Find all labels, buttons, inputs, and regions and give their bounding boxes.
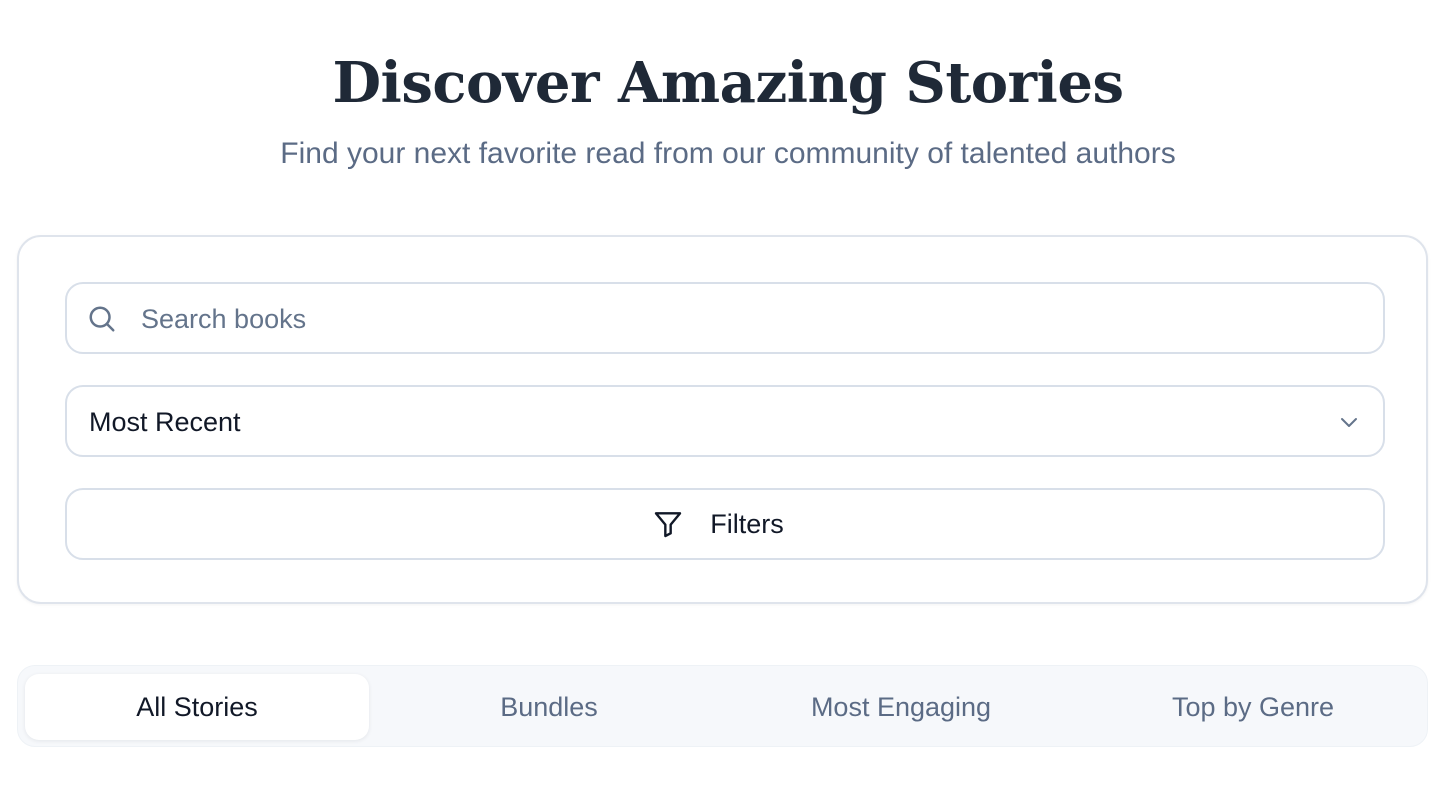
tab-all-stories[interactable]: All Stories bbox=[25, 674, 369, 740]
sort-select[interactable]: Most Recent bbox=[65, 385, 1385, 457]
sort-selected-value: Most Recent bbox=[89, 407, 241, 437]
search-field[interactable] bbox=[65, 282, 1385, 354]
filter-icon bbox=[655, 512, 682, 538]
page-subtitle: Find your next favorite read from our co… bbox=[280, 137, 1176, 170]
story-category-tabs: All Stories Bundles Most Engaging Top by… bbox=[17, 665, 1428, 747]
tab-most-engaging[interactable]: Most Engaging bbox=[729, 674, 1073, 740]
tab-bundles[interactable]: Bundles bbox=[377, 674, 721, 740]
filters-button-content: Filters bbox=[67, 490, 1383, 558]
search-filter-panel: Most Recent Filters bbox=[17, 235, 1428, 604]
page-title: Discover Amazing Stories bbox=[332, 50, 1124, 116]
chevron-down-icon bbox=[1341, 418, 1357, 427]
tab-top-by-genre[interactable]: Top by Genre bbox=[1081, 674, 1425, 740]
filters-button-label: Filters bbox=[710, 509, 784, 539]
search-icon bbox=[89, 306, 115, 332]
search-input[interactable] bbox=[139, 294, 1363, 344]
filters-button[interactable]: Filters bbox=[65, 488, 1385, 560]
